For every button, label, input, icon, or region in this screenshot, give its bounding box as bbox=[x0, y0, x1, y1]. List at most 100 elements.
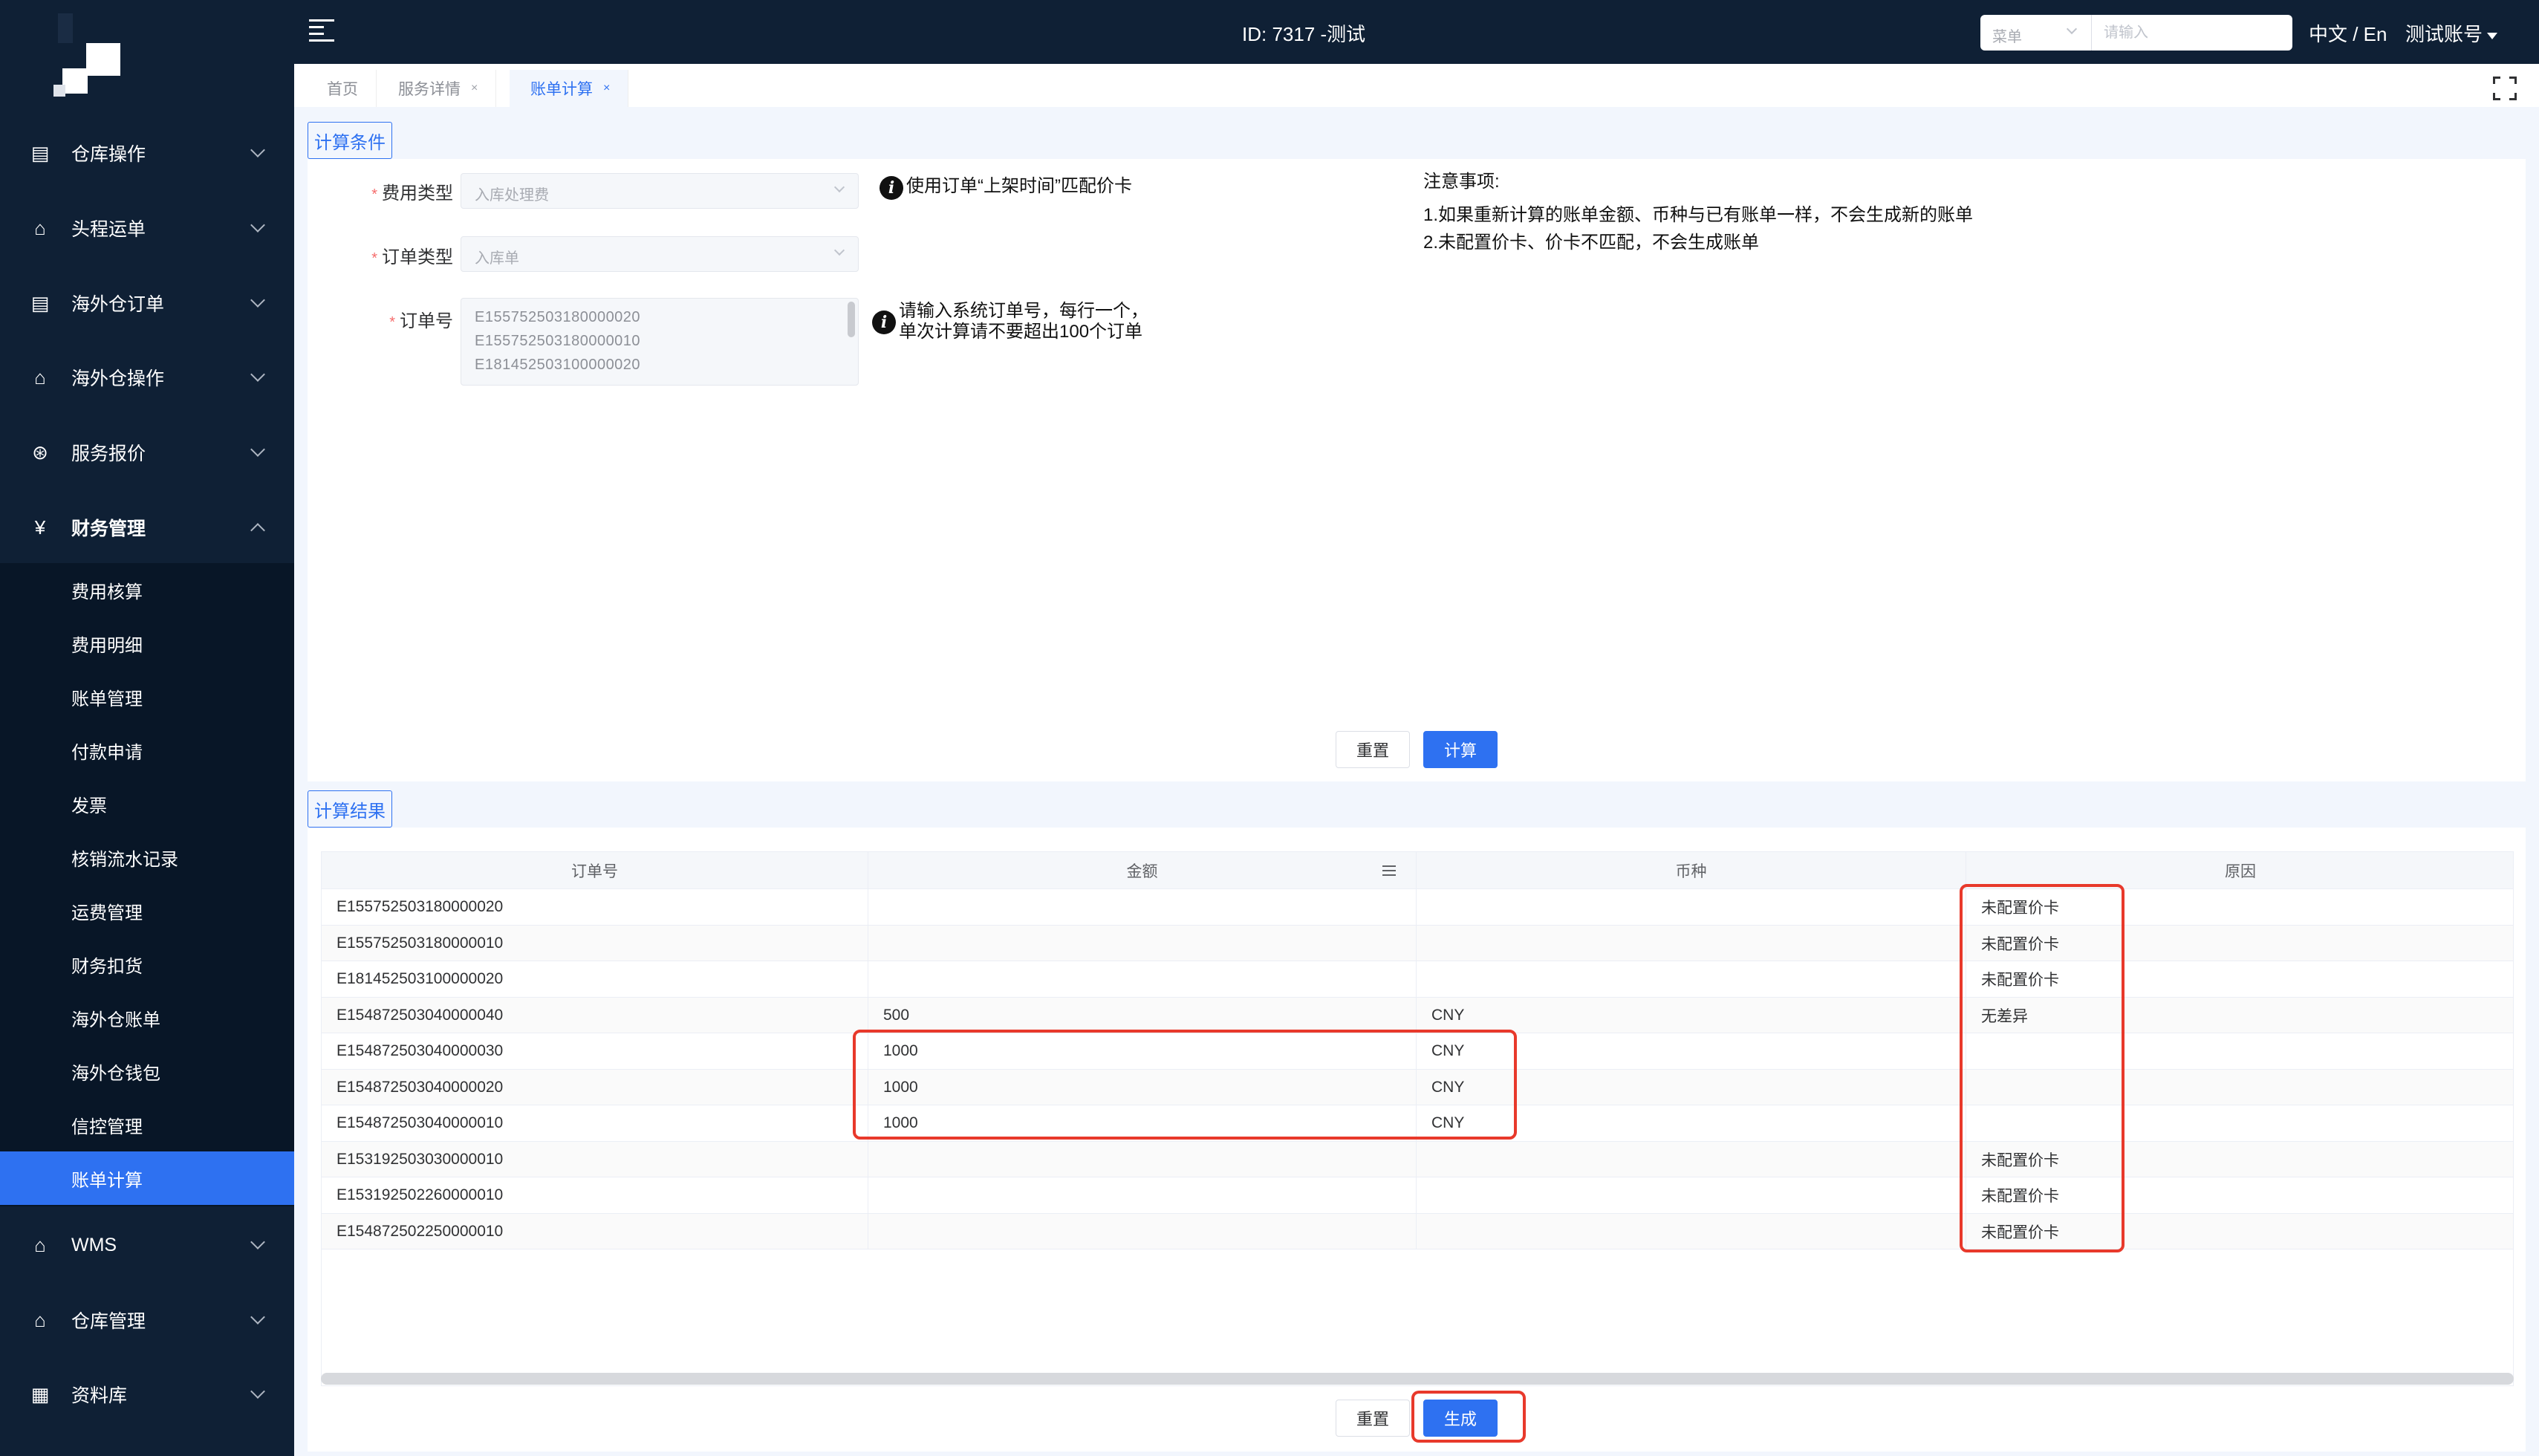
table-cell-currency bbox=[1417, 1177, 1966, 1213]
notes-line-2: 2.未配置价卡、价卡不匹配，不会生成账单 bbox=[1423, 233, 1760, 253]
amount-highlight-box bbox=[853, 1030, 1517, 1140]
submenu-item-finance-hold[interactable]: 财务扣货 bbox=[0, 937, 294, 991]
database-icon: ▦ bbox=[30, 1383, 50, 1405]
order-no-label: * 订单号 bbox=[349, 306, 453, 332]
language-toggle[interactable]: 中文 / En bbox=[2309, 19, 2387, 47]
order-type-select[interactable]: 入库单 bbox=[461, 236, 859, 272]
submenu-item-fee-details[interactable]: 费用明细 bbox=[0, 617, 294, 670]
order-no-hint-1: 请输入系统订单号，每行一个， bbox=[899, 301, 1148, 321]
first-leg-icon: ⌂ bbox=[34, 217, 46, 239]
table-cell-amount bbox=[868, 1213, 1417, 1249]
sidebar-item-finance[interactable]: ¥ 财务管理 bbox=[0, 490, 294, 565]
chevron-down-icon bbox=[250, 218, 265, 233]
conditions-section-title: 计算条件 bbox=[308, 122, 392, 159]
submenu-item-fee-accounting[interactable]: 费用核算 bbox=[0, 563, 294, 617]
table-cell-amount bbox=[868, 925, 1417, 961]
column-header-currency: 币种 bbox=[1417, 852, 1966, 889]
table-cell-order: E155752503180000010 bbox=[322, 925, 868, 961]
sidebar-item-service-quote[interactable]: ⊛ 服务报价 bbox=[0, 415, 294, 490]
required-mark-icon: * bbox=[371, 186, 377, 203]
account-dropdown[interactable]: 测试账号 bbox=[2405, 19, 2498, 47]
fee-type-select[interactable]: 入库处理费 bbox=[461, 173, 859, 209]
close-icon[interactable]: × bbox=[471, 82, 478, 95]
tab-service-details[interactable]: 服务详情 × bbox=[377, 70, 497, 107]
submenu-item-overseas-bill[interactable]: 海外仓账单 bbox=[0, 991, 294, 1044]
menu-search-input[interactable] bbox=[2092, 15, 2292, 51]
logo bbox=[53, 10, 120, 103]
fee-type-value: 入库处理费 bbox=[475, 187, 549, 204]
table-cell-order: E154872503040000010 bbox=[322, 1105, 868, 1141]
sidebar-item-wms[interactable]: ⌂ WMS bbox=[0, 1208, 294, 1282]
table-cell-amount bbox=[868, 889, 1417, 925]
sidebar-item-warehouse-ops[interactable]: ▤ 仓库操作 bbox=[0, 116, 294, 190]
chevron-down-icon bbox=[2066, 23, 2078, 35]
sidebar-item-first-leg[interactable]: ⌂ 头程运单 bbox=[0, 191, 294, 265]
table-row: E153192503030000010 未配置价卡 bbox=[322, 1141, 2513, 1177]
submenu-item-bill-calculation[interactable]: 账单计算 bbox=[0, 1151, 294, 1205]
submenu-label: 发票 bbox=[71, 796, 107, 816]
order-type-label: * 订单类型 bbox=[349, 242, 453, 268]
sidebar-item-overseas-ops[interactable]: ⌂ 海外仓操作 bbox=[0, 340, 294, 415]
table-cell-order: E181452503100000020 bbox=[322, 961, 868, 997]
tab-bill-calculation[interactable]: 账单计算 × bbox=[510, 70, 629, 107]
table-cell-amount bbox=[868, 1177, 1417, 1213]
column-header-order: 订单号 bbox=[322, 852, 868, 889]
results-section-title: 计算结果 bbox=[308, 790, 392, 828]
table-cell-amount bbox=[868, 961, 1417, 997]
sidebar-item-overseas-orders[interactable]: ▤ 海外仓订单 bbox=[0, 266, 294, 340]
order-no-line: E155752503180000010 bbox=[475, 333, 641, 349]
submenu-item-freight-management[interactable]: 运费管理 bbox=[0, 884, 294, 937]
finance-icon: ¥ bbox=[34, 516, 46, 539]
hamburger-menu-icon[interactable] bbox=[309, 19, 334, 42]
table-cell-order: E155752503180000020 bbox=[322, 889, 868, 925]
tab-home[interactable]: 首页 bbox=[294, 70, 377, 107]
table-cell-order: E154872503040000040 bbox=[322, 997, 868, 1033]
table-cell-amount bbox=[868, 1141, 1417, 1177]
warehouse-mgmt-icon: ⌂ bbox=[34, 1309, 46, 1331]
reason-highlight-box bbox=[1960, 884, 2124, 1252]
notes-line-1: 1.如果重新计算的账单金额、币种与已有账单一样，不会生成新的账单 bbox=[1423, 205, 1974, 225]
submenu-item-payment-request[interactable]: 付款申请 bbox=[0, 724, 294, 777]
table-cell-currency bbox=[1417, 1213, 1966, 1249]
table-header: 订单号 金额 币种 原因 bbox=[322, 852, 2513, 889]
order-type-value: 入库单 bbox=[475, 250, 519, 267]
order-no-line: E181452503100000020 bbox=[475, 357, 641, 373]
chevron-down-icon bbox=[833, 181, 845, 193]
menu-select-value: 菜单 bbox=[1992, 29, 2022, 45]
close-icon[interactable]: × bbox=[603, 82, 610, 95]
submenu-item-credit-control[interactable]: 信控管理 bbox=[0, 1098, 294, 1151]
results-reset-button[interactable]: 重置 bbox=[1336, 1400, 1410, 1437]
submenu-item-writeoff-records[interactable]: 核销流水记录 bbox=[0, 831, 294, 884]
fullscreen-icon[interactable] bbox=[2493, 77, 2517, 100]
calculate-button[interactable]: 计算 bbox=[1423, 731, 1498, 768]
sidebar-item-warehouse-mgmt[interactable]: ⌂ 仓库管理 bbox=[0, 1283, 294, 1357]
table-cell-order: E154872503040000030 bbox=[322, 1033, 868, 1069]
table-cell-currency: CNY bbox=[1417, 997, 1966, 1033]
horizontal-scrollbar[interactable] bbox=[321, 1373, 2514, 1385]
submenu-label: 财务扣货 bbox=[71, 956, 143, 977]
submenu-item-overseas-wallet[interactable]: 海外仓钱包 bbox=[0, 1044, 294, 1098]
notes-title: 注意事项: bbox=[1423, 172, 1500, 192]
reset-button[interactable]: 重置 bbox=[1336, 731, 1410, 768]
sidebar-item-database[interactable]: ▦ 资料库 bbox=[0, 1357, 294, 1431]
table-cell-order: E154872503040000020 bbox=[322, 1069, 868, 1105]
submenu-label: 信控管理 bbox=[71, 1117, 143, 1137]
table-row: E155752503180000010 未配置价卡 bbox=[322, 925, 2513, 961]
tab-label: 首页 bbox=[327, 81, 358, 98]
caret-down-icon bbox=[2487, 32, 2498, 39]
textarea-scrollbar[interactable] bbox=[848, 302, 855, 337]
submenu-label: 账单管理 bbox=[71, 689, 143, 709]
submenu-label: 付款申请 bbox=[71, 742, 143, 763]
order-icon: ▤ bbox=[30, 292, 50, 314]
column-menu-icon[interactable] bbox=[1382, 864, 1396, 877]
order-no-textarea[interactable]: E155752503180000020 E155752503180000010 … bbox=[461, 298, 859, 386]
submenu-item-bill-management[interactable]: 账单管理 bbox=[0, 670, 294, 724]
chevron-up-icon bbox=[250, 523, 265, 538]
menu-select[interactable]: 菜单 bbox=[1980, 15, 2092, 51]
generate-button[interactable]: 生成 bbox=[1423, 1400, 1498, 1437]
table-cell-currency bbox=[1417, 925, 1966, 961]
required-mark-icon: * bbox=[389, 314, 395, 331]
submenu-item-invoice[interactable]: 发票 bbox=[0, 777, 294, 831]
page-title: ID: 7317 -测试 bbox=[1242, 23, 1366, 45]
sidebar-item-label: 仓库管理 bbox=[71, 1311, 146, 1332]
